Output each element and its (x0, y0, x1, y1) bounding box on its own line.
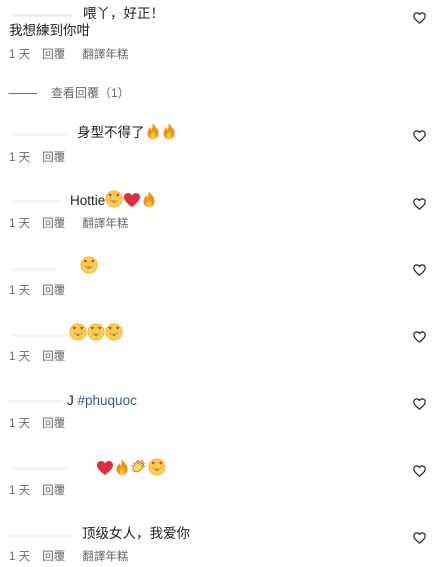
comment-time: 1 天 (9, 152, 31, 164)
like-heart-icon[interactable] (413, 198, 426, 210)
fire-icon (114, 458, 130, 476)
reply-button[interactable]: 回覆 (42, 283, 79, 299)
translate-button[interactable]: 翻譯年糕 (82, 216, 128, 232)
commenter-name[interactable] (12, 14, 72, 17)
heart-eyes-icon (80, 256, 98, 274)
comment-meta: 1 天 回覆 (9, 283, 79, 299)
heart-eyes-icon (105, 323, 123, 341)
hashtag-link[interactable]: #phuquoc (78, 393, 137, 408)
comment-time: 1 天 (9, 485, 31, 497)
commenter-name[interactable] (8, 534, 73, 537)
like-heart-icon[interactable] (413, 264, 426, 276)
view-replies-label: 查看回覆（1） (51, 86, 130, 100)
comment-text: 喂丫，好正！ (83, 6, 164, 21)
comment-time: 1 天 (9, 418, 31, 430)
view-replies-button[interactable]: 查看回覆（1） (9, 84, 130, 101)
fire-icon (145, 122, 161, 140)
divider-line (9, 93, 37, 95)
comment-text: J #phuquoc (67, 392, 137, 410)
comment-meta: 1 天 回覆 (9, 150, 79, 166)
translate-button[interactable]: 翻譯年糕 (82, 47, 128, 63)
commenter-name[interactable] (12, 268, 57, 271)
fire-icon (141, 190, 157, 208)
comment-time: 1 天 (9, 49, 31, 61)
heart-eyes-icon (69, 323, 87, 341)
reply-button[interactable]: 回覆 (42, 549, 79, 565)
comment-time: 1 天 (9, 351, 31, 363)
comment-text (69, 323, 123, 343)
comment-text (80, 256, 98, 276)
comment-meta: 1 天 回覆 (9, 416, 79, 432)
commenter-name[interactable] (12, 334, 67, 337)
like-heart-icon[interactable] (413, 331, 426, 343)
fire-icon (161, 122, 177, 140)
translate-button[interactable]: 翻譯年糕 (82, 549, 128, 565)
comment-text: Hottie (70, 190, 157, 210)
heart-eyes-icon (105, 190, 123, 208)
like-heart-icon[interactable] (413, 130, 426, 142)
reply-button[interactable]: 回覆 (42, 216, 79, 232)
red-heart-icon (123, 192, 141, 208)
commenter-name[interactable] (8, 400, 63, 403)
comment-body: 顶级女人，我爱你 (82, 526, 190, 541)
like-heart-icon[interactable] (413, 465, 426, 477)
commenter-name[interactable] (12, 133, 67, 136)
comment-text: 我想練到你咁 (9, 23, 90, 38)
clapping-hands-icon (130, 458, 148, 476)
heart-eyes-icon (148, 458, 166, 476)
comment-text: 身型不得了 (77, 122, 177, 142)
commenter-name[interactable] (12, 200, 62, 203)
commenter-name[interactable] (12, 467, 67, 470)
reply-button[interactable]: 回覆 (42, 349, 79, 365)
comment-meta: 1 天 回覆 (9, 349, 79, 365)
reply-button[interactable]: 回覆 (42, 150, 79, 166)
like-heart-icon[interactable] (413, 12, 426, 24)
name-fragment: J (67, 393, 74, 408)
comment-meta: 1 天 回覆 (9, 483, 79, 499)
heart-eyes-icon (87, 323, 105, 341)
reply-button[interactable]: 回覆 (42, 416, 79, 432)
comment-meta: 1 天 回覆 翻譯年糕 (9, 549, 128, 565)
comment-time: 1 天 (9, 551, 31, 563)
comment-meta: 1 天 回覆 翻譯年糕 (9, 216, 128, 232)
comment-body: 身型不得了 (77, 125, 145, 140)
reply-button[interactable]: 回覆 (42, 483, 79, 499)
like-heart-icon[interactable] (413, 532, 426, 544)
reply-button[interactable]: 回覆 (42, 47, 79, 63)
comment-time: 1 天 (9, 218, 31, 230)
comment-text: 顶级女人，我爱你 (82, 525, 190, 543)
comment-text (96, 458, 166, 478)
comment-time: 1 天 (9, 285, 31, 297)
like-heart-icon[interactable] (413, 398, 426, 410)
comment-body: Hottie (70, 193, 106, 208)
red-heart-icon (96, 460, 114, 476)
comment-meta: 1 天 回覆 翻譯年糕 (9, 47, 128, 63)
